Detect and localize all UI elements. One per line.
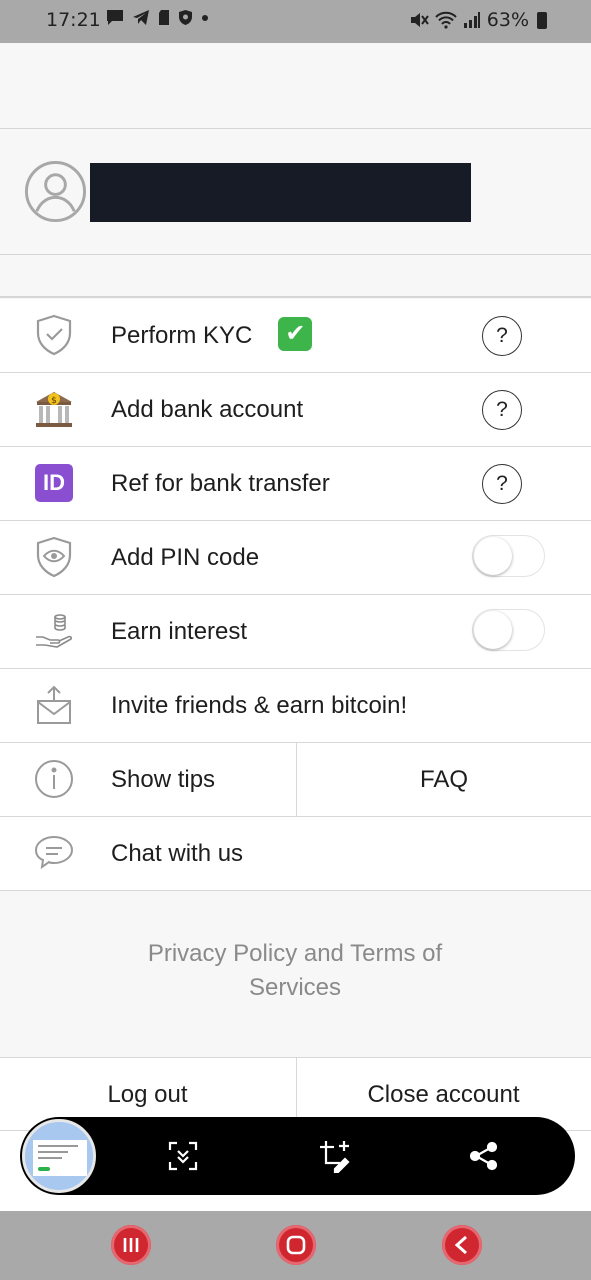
menu-item-pin-code: Add PIN code: [0, 521, 591, 595]
earn-interest-toggle[interactable]: [472, 609, 545, 651]
menu-item-kyc-text: Perform KYC ✔: [111, 299, 313, 373]
privacy-section: Privacy Policy and Terms of Services: [0, 891, 591, 1057]
shield-eye-icon: [34, 536, 74, 578]
screenshot-toolbar: [20, 1117, 575, 1195]
back-icon[interactable]: [442, 1225, 482, 1265]
signal-icon: [463, 12, 480, 28]
wifi-icon: [435, 11, 457, 29]
header-space: [0, 43, 591, 128]
battery-icon: [537, 11, 547, 29]
status-bar: 17:21 63%: [0, 0, 591, 43]
dot-icon: [202, 15, 208, 21]
kyc-label: Perform KYC: [111, 322, 253, 349]
pin-code-label: Add PIN code: [111, 544, 260, 571]
recent-apps-icon[interactable]: [111, 1225, 151, 1265]
envelope-upload-icon: [34, 685, 74, 725]
status-notification-icons: [106, 9, 209, 26]
scroll-capture-icon[interactable]: [164, 1137, 202, 1175]
menu-item-bank-account[interactable]: $ Add bank account ?: [0, 373, 591, 447]
earn-interest-label: Earn interest: [111, 618, 248, 645]
invite-friends-label: Invite friends & earn bitcoin!: [111, 692, 408, 719]
menu-item-ref-bank-transfer[interactable]: ID Ref for bank transfer ?: [0, 447, 591, 521]
chat-bubble-icon: [34, 833, 74, 873]
toggle-knob: [474, 537, 512, 575]
faq-button[interactable]: FAQ: [297, 743, 591, 817]
shield-check-icon: [34, 314, 74, 356]
menu-item-chat[interactable]: Chat with us: [0, 817, 591, 891]
bank-icon: $: [34, 389, 74, 429]
system-nav-bar: [0, 1211, 591, 1280]
ref-bank-transfer-label: Ref for bank transfer: [111, 470, 330, 497]
shield-icon: [179, 10, 192, 25]
info-icon: [34, 759, 74, 799]
ref-help-button[interactable]: ?: [482, 464, 522, 504]
svg-text:$: $: [51, 396, 57, 406]
menu-row-tips-faq: Show tips FAQ: [0, 743, 591, 817]
bank-help-button[interactable]: ?: [482, 390, 522, 430]
id-badge-text: ID: [35, 464, 73, 502]
home-icon[interactable]: [276, 1225, 316, 1265]
share-icon[interactable]: [465, 1137, 503, 1175]
check-mark-icon: ✔: [278, 316, 313, 351]
settings-menu: Perform KYC ✔ ? $ Add bank account ? ID R…: [0, 299, 591, 891]
toggle-knob: [474, 611, 512, 649]
privacy-policy-link[interactable]: Privacy Policy and Terms of Services: [110, 937, 480, 1005]
menu-item-earn-interest: Earn interest: [0, 595, 591, 669]
message-icon: [107, 10, 123, 25]
menu-item-kyc[interactable]: Perform KYC ✔ ?: [0, 299, 591, 373]
menu-item-invite-friends[interactable]: Invite friends & earn bitcoin!: [0, 669, 591, 743]
redacted-username: [90, 163, 471, 222]
screenshot-thumbnail[interactable]: [22, 1119, 96, 1193]
thumbnail-preview: [33, 1140, 87, 1176]
kyc-help-button[interactable]: ?: [482, 316, 522, 356]
pin-code-toggle[interactable]: [472, 535, 545, 577]
sd-card-icon: [159, 10, 169, 25]
hand-coins-icon: [34, 611, 74, 651]
bank-account-label: Add bank account: [111, 396, 304, 423]
status-time: 17:21: [46, 9, 101, 31]
show-tips-button[interactable]: Show tips: [111, 743, 215, 817]
mute-icon: [410, 13, 429, 27]
crop-edit-icon[interactable]: [316, 1137, 354, 1175]
status-system-icons: 63%: [409, 9, 547, 31]
avatar-icon[interactable]: [24, 160, 87, 223]
id-badge-icon: ID: [34, 463, 74, 503]
chat-label: Chat with us: [111, 840, 244, 867]
battery-percent: 63%: [486, 9, 529, 31]
section-gap: [0, 255, 591, 298]
profile-section: [0, 129, 591, 254]
telegram-icon: [133, 10, 149, 25]
